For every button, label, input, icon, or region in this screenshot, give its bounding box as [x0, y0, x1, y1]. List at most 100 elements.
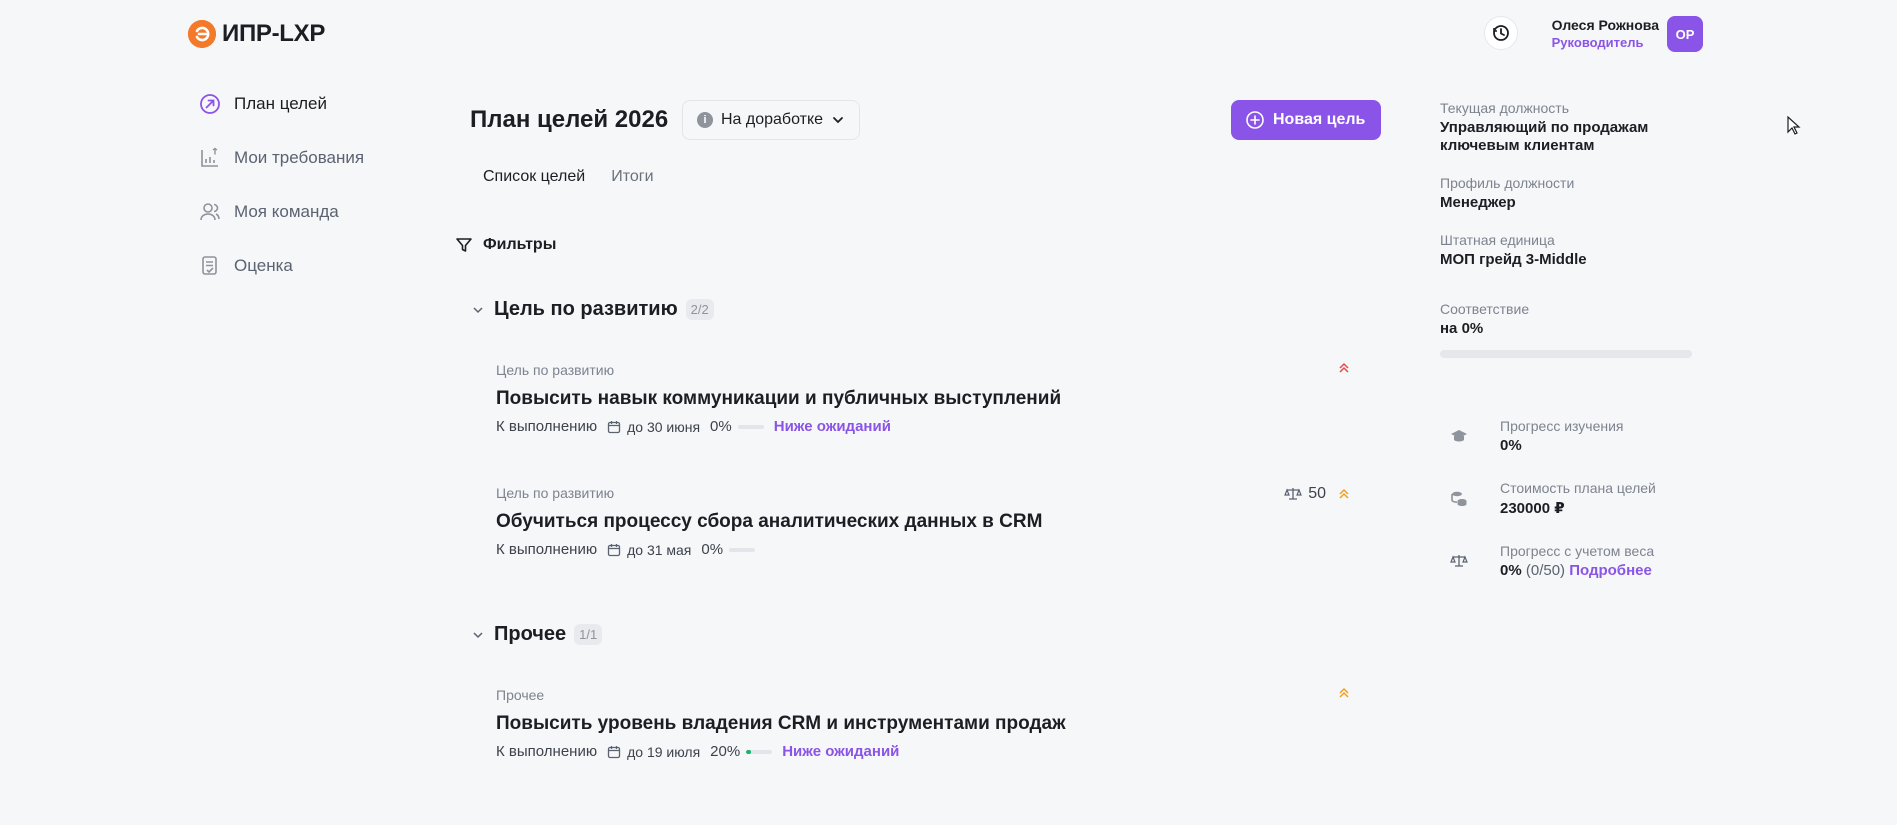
goal-priority — [1338, 687, 1350, 699]
status-value: На доработке — [721, 111, 824, 128]
document-check-icon — [198, 254, 222, 278]
group-header-other[interactable]: Прочее 1/1 — [470, 623, 603, 646]
info-value: Менеджер — [1440, 194, 1516, 211]
priority-high-icon — [1339, 362, 1349, 373]
info-value: МОП грейд 3-Middle — [1440, 251, 1587, 268]
goal-card[interactable]: Цель по развитию Обучиться процессу сбор… — [496, 485, 1360, 558]
team-icon — [198, 200, 222, 224]
logo-mark-icon — [188, 20, 216, 48]
info-label: Текущая должность — [1440, 100, 1570, 116]
new-goal-button[interactable]: Новая цель — [1231, 100, 1382, 140]
conformity: Соответствие на 0% — [1440, 301, 1700, 358]
goal-priority — [1338, 362, 1350, 374]
history-button[interactable] — [1484, 16, 1518, 50]
user-menu[interactable]: Олеся Рожнова Руководитель ОР — [1552, 16, 1703, 52]
goal-type: Прочее — [496, 687, 545, 703]
sidebar-item-team[interactable]: Моя команда — [198, 200, 458, 224]
stat-value: 230000 ₽ — [1500, 500, 1565, 517]
tabs: Список целей Итоги — [470, 164, 667, 190]
goal-card[interactable]: Прочее Повысить уровень владения CRM и и… — [496, 687, 1360, 760]
tab-goals-list[interactable]: Список целей — [470, 164, 598, 190]
stat-label: Прогресс изучения — [1500, 418, 1624, 434]
sidebar-item-label: Моя команда — [234, 202, 339, 221]
goal-type: Цель по развитию — [496, 362, 615, 378]
avatar[interactable]: ОР — [1667, 16, 1703, 52]
graduation-cap-icon — [1440, 428, 1478, 444]
goal-progress-bar — [729, 547, 756, 552]
sidebar-item-label: Оценка — [234, 256, 293, 275]
new-goal-label: Новая цель — [1273, 111, 1366, 128]
goal-title[interactable]: Обучиться процессу сбора аналитических д… — [496, 511, 1360, 533]
logo-text: ИПР-LXP — [222, 20, 326, 47]
goal-deadline: до 19 июля — [607, 744, 700, 760]
calendar-icon — [607, 543, 621, 556]
sidebar-item-assessment[interactable]: Оценка — [198, 254, 458, 278]
goal-weight-value: 50 — [1308, 485, 1326, 502]
filters-label: Фильтры — [483, 236, 557, 253]
status-select[interactable]: i На доработке — [682, 100, 861, 140]
sidebar: План целей Мои требования Моя команда Оц… — [198, 92, 458, 308]
goal-weight: 50 — [1284, 485, 1326, 503]
info-panel: Текущая должность Управляющий по продажа… — [1440, 100, 1700, 605]
goal-card[interactable]: Цель по развитию Повысить навык коммуник… — [496, 362, 1360, 435]
staff-unit: Штатная единица МОП грейд 3-Middle — [1440, 232, 1700, 269]
sidebar-item-label: Мои требования — [234, 148, 365, 167]
goal-progress-fill — [746, 749, 752, 754]
goal-deadline: до 30 июня — [607, 419, 700, 435]
chevron-down-icon — [833, 117, 843, 124]
stat-value-row: 0% (0/50) Подробнее — [1500, 562, 1654, 579]
user-role: Руководитель — [1551, 35, 1644, 50]
stat-value: 0% — [1500, 562, 1522, 579]
info-label: Соответствие — [1440, 301, 1530, 317]
chevron-down-icon[interactable] — [470, 302, 486, 318]
user-name: Олеся Рожнова — [1551, 17, 1659, 33]
stat-label: Стоимость плана целей — [1500, 480, 1656, 496]
mouse-cursor-icon — [1787, 115, 1801, 141]
goal-percent: 0% — [710, 418, 732, 435]
info-value: Управляющий по продажам ключевым клиента… — [1440, 119, 1649, 154]
goal-date: до 19 июля — [627, 743, 701, 760]
sidebar-item-goals-plan[interactable]: План целей — [198, 92, 458, 116]
goal-rating-link[interactable]: Ниже ожиданий — [774, 418, 891, 435]
chevron-down-icon[interactable] — [470, 627, 486, 643]
stat-plan-cost: Стоимость плана целей 230000 ₽ — [1440, 480, 1700, 517]
group-title: Прочее — [494, 623, 567, 645]
plus-circle-icon — [1246, 111, 1264, 129]
goal-progress: 20% — [710, 743, 773, 760]
stat-learning-progress: Прогресс изучения 0% — [1440, 418, 1700, 454]
goal-rating-link[interactable]: Ниже ожиданий — [782, 743, 899, 760]
goal-date: до 31 мая — [627, 541, 692, 558]
priority-medium-icon — [1339, 488, 1349, 499]
goal-status: К выполнению — [496, 743, 598, 760]
goal-priority: 50 — [1284, 485, 1350, 503]
info-value: на 0% — [1440, 320, 1484, 337]
stat-label: Прогресс с учетом веса — [1500, 543, 1655, 559]
sidebar-item-requirements[interactable]: Мои требования — [198, 146, 458, 170]
group-header-development[interactable]: Цель по развитию 2/2 — [470, 298, 714, 321]
details-link[interactable]: Подробнее — [1569, 562, 1652, 579]
goal-type: Цель по развитию — [496, 485, 615, 501]
tab-results[interactable]: Итоги — [598, 164, 666, 190]
scales-icon — [1440, 553, 1478, 569]
goal-title[interactable]: Повысить навык коммуникации и публичных … — [496, 388, 1360, 410]
calendar-icon — [607, 420, 621, 433]
calendar-icon — [607, 745, 621, 758]
coins-icon — [1440, 490, 1478, 508]
count-badge: 1/1 — [574, 624, 603, 645]
scales-icon — [1284, 488, 1303, 500]
stat-extra: (0/50) — [1525, 562, 1566, 579]
logo[interactable]: ИПР-LXP — [188, 20, 325, 48]
goal-progress: 0% — [710, 418, 764, 435]
goal-progress-bar — [746, 749, 773, 754]
filters-button[interactable]: Фильтры — [455, 236, 556, 254]
count-badge: 2/2 — [685, 299, 714, 320]
stat-weighted-progress: Прогресс с учетом веса 0% (0/50) Подробн… — [1440, 543, 1700, 579]
goal-title[interactable]: Повысить уровень владения CRM и инструме… — [496, 713, 1360, 735]
group-title: Цель по развитию — [494, 298, 678, 320]
chart-upload-icon — [198, 146, 222, 170]
goal-status: К выполнению — [496, 541, 598, 558]
conformity-progress-bar — [1440, 350, 1692, 358]
info-icon: i — [697, 112, 713, 128]
goal-progress-bar — [737, 424, 764, 429]
info-label: Штатная единица — [1440, 232, 1555, 248]
